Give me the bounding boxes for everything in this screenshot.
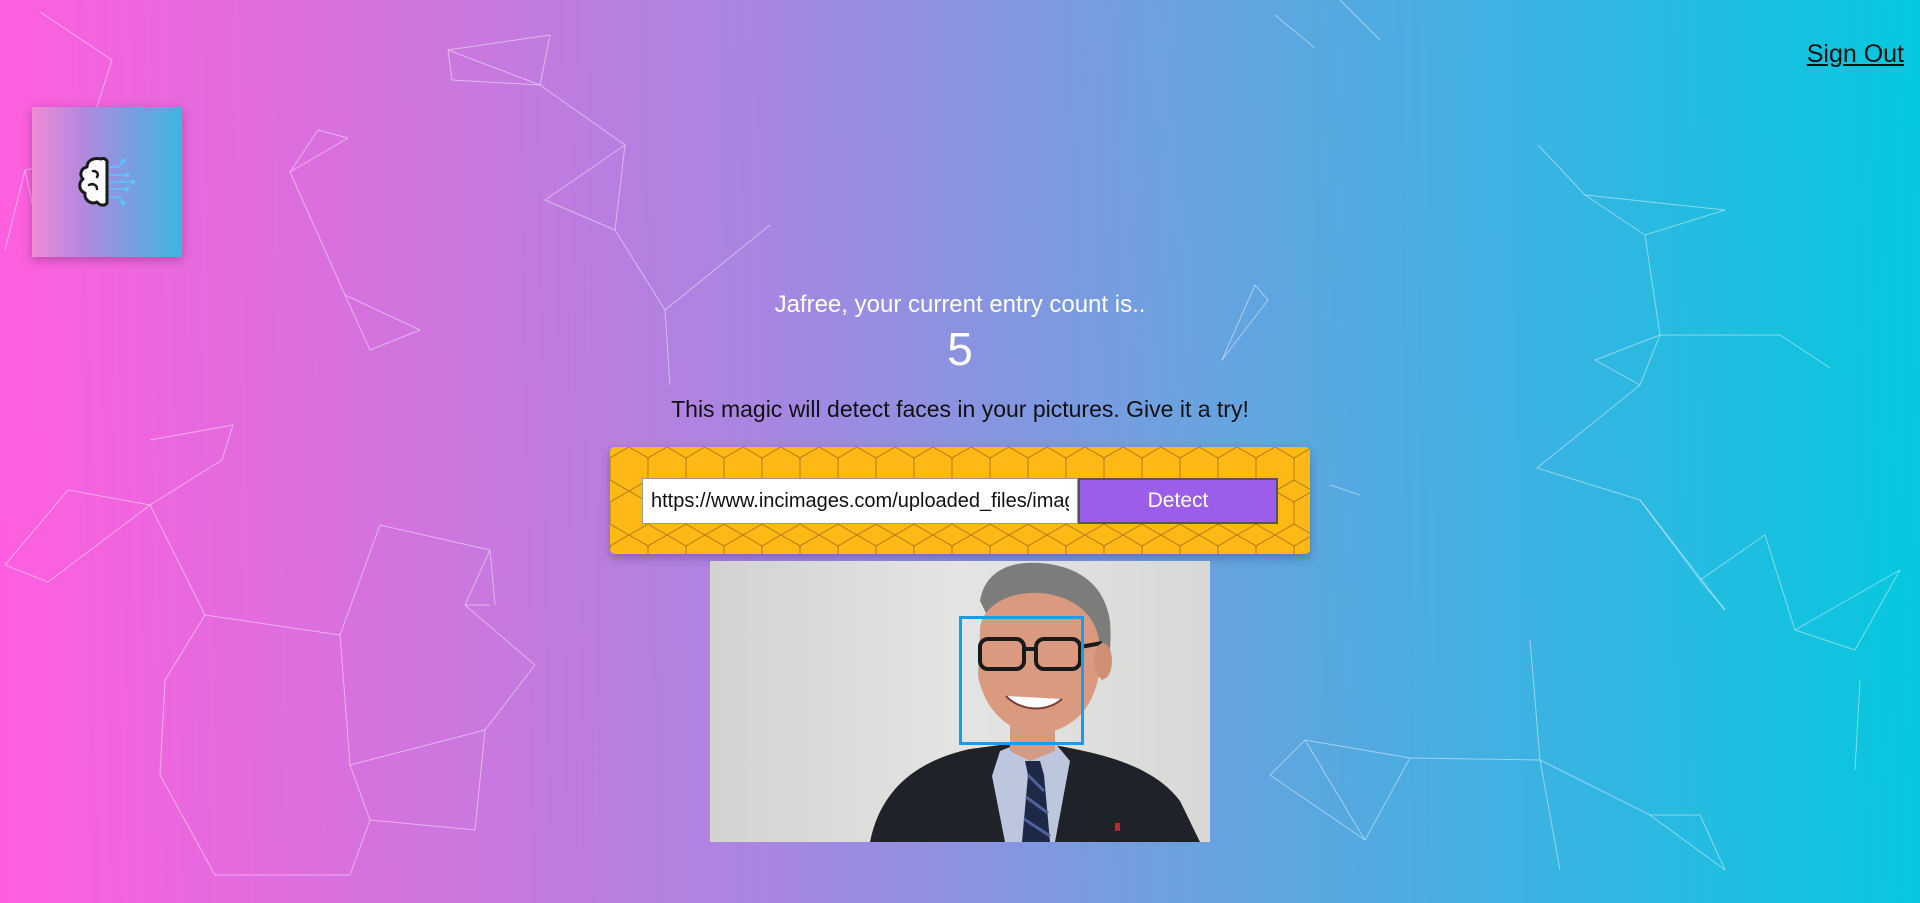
detect-prompt: This magic will detect faces in your pic… (671, 396, 1249, 422)
entry-count: 5 (947, 323, 973, 375)
brain-circuit-icon (78, 156, 136, 207)
image-link-form: Detect (610, 447, 1310, 554)
detect-button[interactable]: Detect (1078, 478, 1278, 524)
sign-out-link[interactable]: Sign Out (1807, 40, 1904, 69)
form-row: Detect (642, 478, 1278, 524)
face-detection-image (710, 561, 1210, 842)
entry-greeting: Jafree, your current entry count is.. (774, 291, 1146, 318)
image-url-input[interactable] (642, 478, 1078, 524)
face-bounding-box (959, 616, 1084, 745)
entry-rank: Jafree, your current entry count is.. 5 (0, 290, 1920, 376)
logo-card (32, 107, 182, 257)
